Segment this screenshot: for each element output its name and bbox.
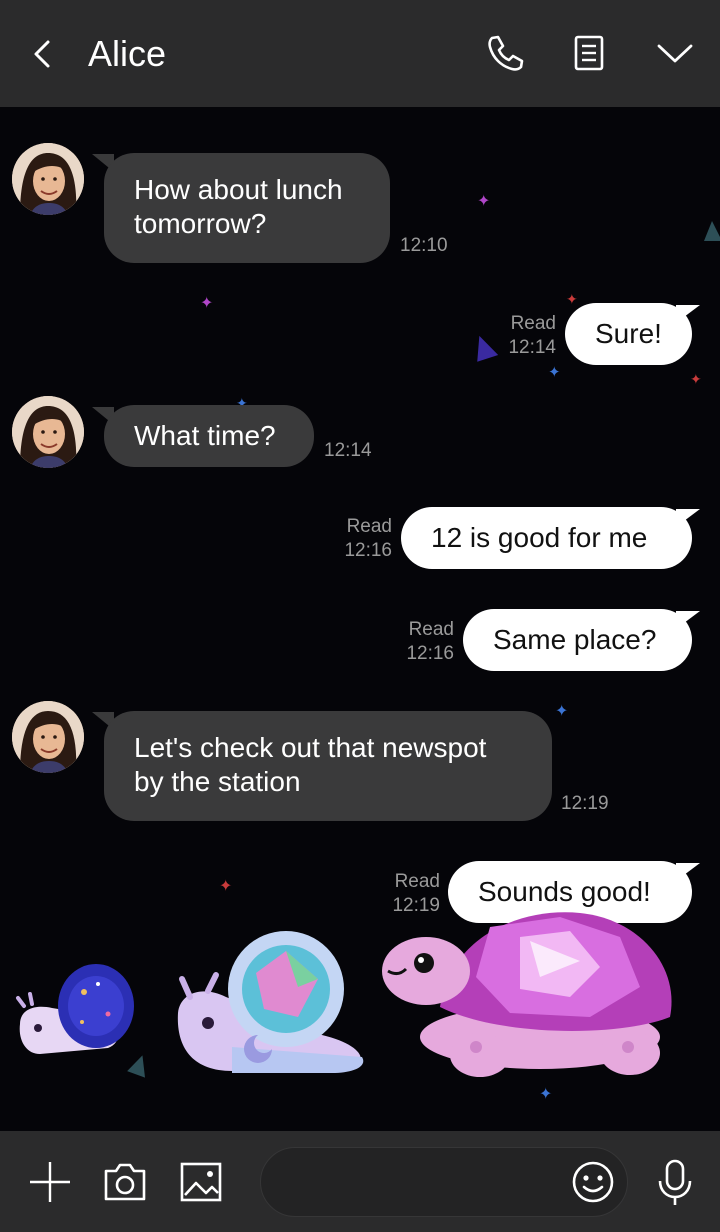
menu-dropdown-button[interactable] [652, 30, 698, 76]
message-text: Let's check out that newspot [134, 732, 487, 763]
bubble-tail [676, 611, 700, 629]
read-receipt: Read [394, 871, 440, 892]
sparkle-icon: ✦ [539, 1086, 553, 1103]
gallery-button[interactable] [176, 1157, 226, 1207]
galaxy-snail-sticker [16, 964, 134, 1054]
sparkle-icon: ✦ [555, 703, 569, 720]
avatar[interactable] [12, 143, 84, 215]
chat-header: Alice [0, 0, 720, 107]
message-text: by the station [134, 766, 301, 797]
avatar-photo [12, 701, 84, 773]
sparkle-icon: ✦ [200, 295, 214, 312]
message-bubble[interactable]: Sure! [565, 303, 692, 365]
bubble-tail [676, 305, 700, 323]
add-button[interactable] [25, 1157, 75, 1207]
crystal-snail-sticker [177, 931, 364, 1073]
message-list[interactable]: ✦ ✦ ✦ ✦ ✦ ✦ ✦ ✦ ✦ How about lunch tomorr… [0, 107, 720, 1131]
back-chevron-icon [34, 40, 50, 68]
message-time: 12:14 [324, 440, 372, 461]
phone-icon [488, 35, 524, 71]
call-button[interactable] [482, 30, 528, 76]
message-time: 12:10 [400, 235, 448, 256]
message-time: 12:16 [406, 643, 454, 664]
sparkle-icon: ✦ [548, 364, 561, 381]
message-text: Sure! [595, 318, 662, 349]
read-receipt: Read [346, 516, 392, 537]
message-bubble[interactable]: 12 is good for me [401, 507, 692, 569]
read-receipt: Read [408, 619, 454, 640]
message-time: 12:16 [344, 540, 392, 561]
avatar[interactable] [12, 701, 84, 773]
decor-triangle [469, 332, 499, 362]
bubble-tail [676, 863, 700, 881]
microphone-icon [658, 1159, 692, 1205]
avatar-photo [12, 396, 84, 468]
emoji-icon [572, 1161, 614, 1203]
message-text: tomorrow? [134, 208, 267, 239]
decor-triangle [704, 221, 720, 241]
note-icon [574, 35, 604, 71]
compose-bar [0, 1131, 720, 1232]
message-time: 12:14 [508, 337, 556, 358]
message-text: Same place? [493, 624, 657, 655]
bubble-tail [676, 509, 700, 527]
avatar-photo [12, 143, 84, 215]
message-text: How about lunch [134, 174, 343, 205]
message-text: What time? [134, 420, 276, 451]
sparkle-icon: ✦ [477, 193, 491, 210]
sparkle-icon: ✦ [219, 878, 233, 895]
back-button[interactable] [26, 34, 62, 74]
sparkle-icon: ✦ [690, 371, 702, 387]
emoji-button[interactable] [568, 1157, 618, 1207]
camera-icon [104, 1163, 146, 1201]
message-bubble[interactable]: How about lunch tomorrow? [104, 153, 390, 263]
message-bubble[interactable]: Let's check out that newspot by the stat… [104, 711, 552, 821]
plus-icon [30, 1162, 70, 1202]
chat-title: Alice [88, 33, 167, 74]
avatar[interactable] [12, 396, 84, 468]
message-time: 12:19 [561, 793, 609, 814]
image-icon [180, 1162, 222, 1202]
message-text: 12 is good for me [431, 522, 648, 553]
message-bubble[interactable]: What time? [104, 405, 314, 467]
voice-button[interactable] [650, 1157, 700, 1207]
chevron-down-icon [657, 44, 693, 63]
sparkle-icon: ✦ [566, 291, 578, 307]
message-bubble[interactable]: Same place? [463, 609, 692, 671]
read-receipt: Read [510, 313, 556, 334]
camera-button[interactable] [100, 1157, 150, 1207]
crystal-turtle-sticker [382, 912, 672, 1077]
notes-button[interactable] [566, 30, 612, 76]
